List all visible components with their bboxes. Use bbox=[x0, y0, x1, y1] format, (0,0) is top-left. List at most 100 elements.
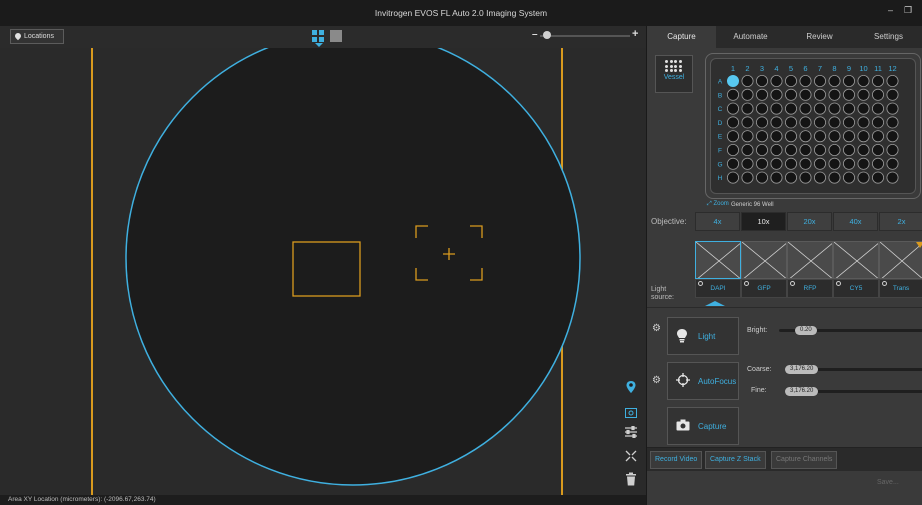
well-D3[interactable] bbox=[756, 116, 769, 129]
zoom-in-button[interactable]: + bbox=[632, 28, 638, 40]
well-B9[interactable] bbox=[842, 88, 855, 101]
restore-button[interactable]: ❐ bbox=[904, 5, 912, 16]
well-D1[interactable] bbox=[726, 116, 739, 129]
well-B1[interactable] bbox=[726, 88, 739, 101]
well-F5[interactable] bbox=[785, 144, 798, 157]
well-A8[interactable] bbox=[828, 74, 841, 87]
well-E8[interactable] bbox=[828, 130, 841, 143]
bright-slider-value[interactable]: 0.20 bbox=[795, 326, 817, 335]
well-H8[interactable] bbox=[828, 171, 841, 184]
well-F8[interactable] bbox=[828, 144, 841, 157]
well-E11[interactable] bbox=[871, 130, 884, 143]
well-C7[interactable] bbox=[814, 102, 827, 115]
well-viewport[interactable] bbox=[0, 48, 646, 495]
well-A7[interactable] bbox=[814, 74, 827, 87]
well-G7[interactable] bbox=[814, 157, 827, 170]
well-C4[interactable] bbox=[770, 102, 783, 115]
well-D2[interactable] bbox=[741, 116, 754, 129]
objective-40x[interactable]: 40x bbox=[833, 212, 878, 231]
objective-4x[interactable]: 4x bbox=[695, 212, 740, 231]
well-F7[interactable] bbox=[814, 144, 827, 157]
well-A5[interactable] bbox=[785, 74, 798, 87]
well-B2[interactable] bbox=[741, 88, 754, 101]
well-G5[interactable] bbox=[785, 157, 798, 170]
well-D5[interactable] bbox=[785, 116, 798, 129]
well-E7[interactable] bbox=[814, 130, 827, 143]
well-G10[interactable] bbox=[857, 157, 870, 170]
minimize-button[interactable]: – bbox=[888, 5, 893, 15]
well-G4[interactable] bbox=[770, 157, 783, 170]
well-E9[interactable] bbox=[842, 130, 855, 143]
well-H9[interactable] bbox=[842, 171, 855, 184]
well-B5[interactable] bbox=[785, 88, 798, 101]
save-button[interactable]: Save... bbox=[877, 479, 899, 486]
well-E4[interactable] bbox=[770, 130, 783, 143]
autofocus-settings-gear-icon[interactable]: ⚙ bbox=[652, 375, 661, 386]
fine-slider-value[interactable]: 3,176.20 bbox=[785, 387, 819, 396]
well-C12[interactable] bbox=[886, 102, 899, 115]
well-A11[interactable] bbox=[871, 74, 884, 87]
well-B11[interactable] bbox=[871, 88, 884, 101]
capture-button[interactable]: Capture bbox=[667, 407, 739, 445]
well-A2[interactable] bbox=[741, 74, 754, 87]
well-H3[interactable] bbox=[756, 171, 769, 184]
well-H6[interactable] bbox=[799, 171, 812, 184]
well-C5[interactable] bbox=[785, 102, 798, 115]
tab-settings[interactable]: Settings bbox=[854, 26, 922, 48]
well-F3[interactable] bbox=[756, 144, 769, 157]
well-D10[interactable] bbox=[857, 116, 870, 129]
autofocus-button[interactable]: AutoFocus bbox=[667, 362, 739, 400]
channel-thumbnail-trans[interactable] bbox=[879, 241, 922, 279]
well-B8[interactable] bbox=[828, 88, 841, 101]
tab-capture[interactable]: Capture bbox=[647, 26, 716, 48]
zoom-slider-knob[interactable] bbox=[543, 31, 551, 39]
tab-review[interactable]: Review bbox=[785, 26, 854, 48]
well-F6[interactable] bbox=[799, 144, 812, 157]
well-A4[interactable] bbox=[770, 74, 783, 87]
well-C10[interactable] bbox=[857, 102, 870, 115]
channel-thumbnail-dapi[interactable] bbox=[695, 241, 741, 279]
zoom-out-button[interactable]: – bbox=[532, 29, 538, 40]
well-B4[interactable] bbox=[770, 88, 783, 101]
well-A3[interactable] bbox=[756, 74, 769, 87]
objective-20x[interactable]: 20x bbox=[787, 212, 832, 231]
well-G8[interactable] bbox=[828, 157, 841, 170]
record-video-button[interactable]: Record Video bbox=[650, 451, 703, 469]
well-B6[interactable] bbox=[799, 88, 812, 101]
well-B7[interactable] bbox=[814, 88, 827, 101]
capture-channels-button[interactable]: Capture Channels bbox=[771, 451, 838, 469]
well-F9[interactable] bbox=[842, 144, 855, 157]
grid-view-icon[interactable] bbox=[312, 30, 324, 42]
well-F2[interactable] bbox=[741, 144, 754, 157]
well-D12[interactable] bbox=[886, 116, 899, 129]
channel-thumbnail-rfp[interactable] bbox=[787, 241, 833, 279]
well-circle[interactable] bbox=[125, 48, 581, 486]
camera-view-icon[interactable] bbox=[620, 404, 642, 424]
well-G12[interactable] bbox=[886, 157, 899, 170]
objective-10x[interactable]: 10x bbox=[741, 212, 786, 231]
well-C1[interactable] bbox=[726, 102, 739, 115]
channel-thumbnail-gfp[interactable] bbox=[741, 241, 787, 279]
well-H4[interactable] bbox=[770, 171, 783, 184]
well-E6[interactable] bbox=[799, 130, 812, 143]
plate-zoom-link[interactable]: ⤢ Zoom bbox=[707, 201, 729, 208]
light-source-rfp[interactable]: RFP bbox=[787, 279, 833, 298]
light-source-gfp[interactable]: GFP bbox=[741, 279, 787, 298]
well-H5[interactable] bbox=[785, 171, 798, 184]
well-E10[interactable] bbox=[857, 130, 870, 143]
well-D8[interactable] bbox=[828, 116, 841, 129]
coarse-slider-value[interactable]: 3,176.20 bbox=[785, 365, 819, 374]
well-B3[interactable] bbox=[756, 88, 769, 101]
well-C3[interactable] bbox=[756, 102, 769, 115]
well-A9[interactable] bbox=[842, 74, 855, 87]
well-A6[interactable] bbox=[799, 74, 812, 87]
light-settings-gear-icon[interactable]: ⚙ bbox=[652, 323, 661, 334]
well-F10[interactable] bbox=[857, 144, 870, 157]
well-E1[interactable] bbox=[726, 130, 739, 143]
well-G1[interactable] bbox=[726, 157, 739, 170]
well-B12[interactable] bbox=[886, 88, 899, 101]
well-H1[interactable] bbox=[726, 171, 739, 184]
fit-to-view-icon[interactable] bbox=[620, 448, 642, 468]
well-G9[interactable] bbox=[842, 157, 855, 170]
well-D11[interactable] bbox=[871, 116, 884, 129]
